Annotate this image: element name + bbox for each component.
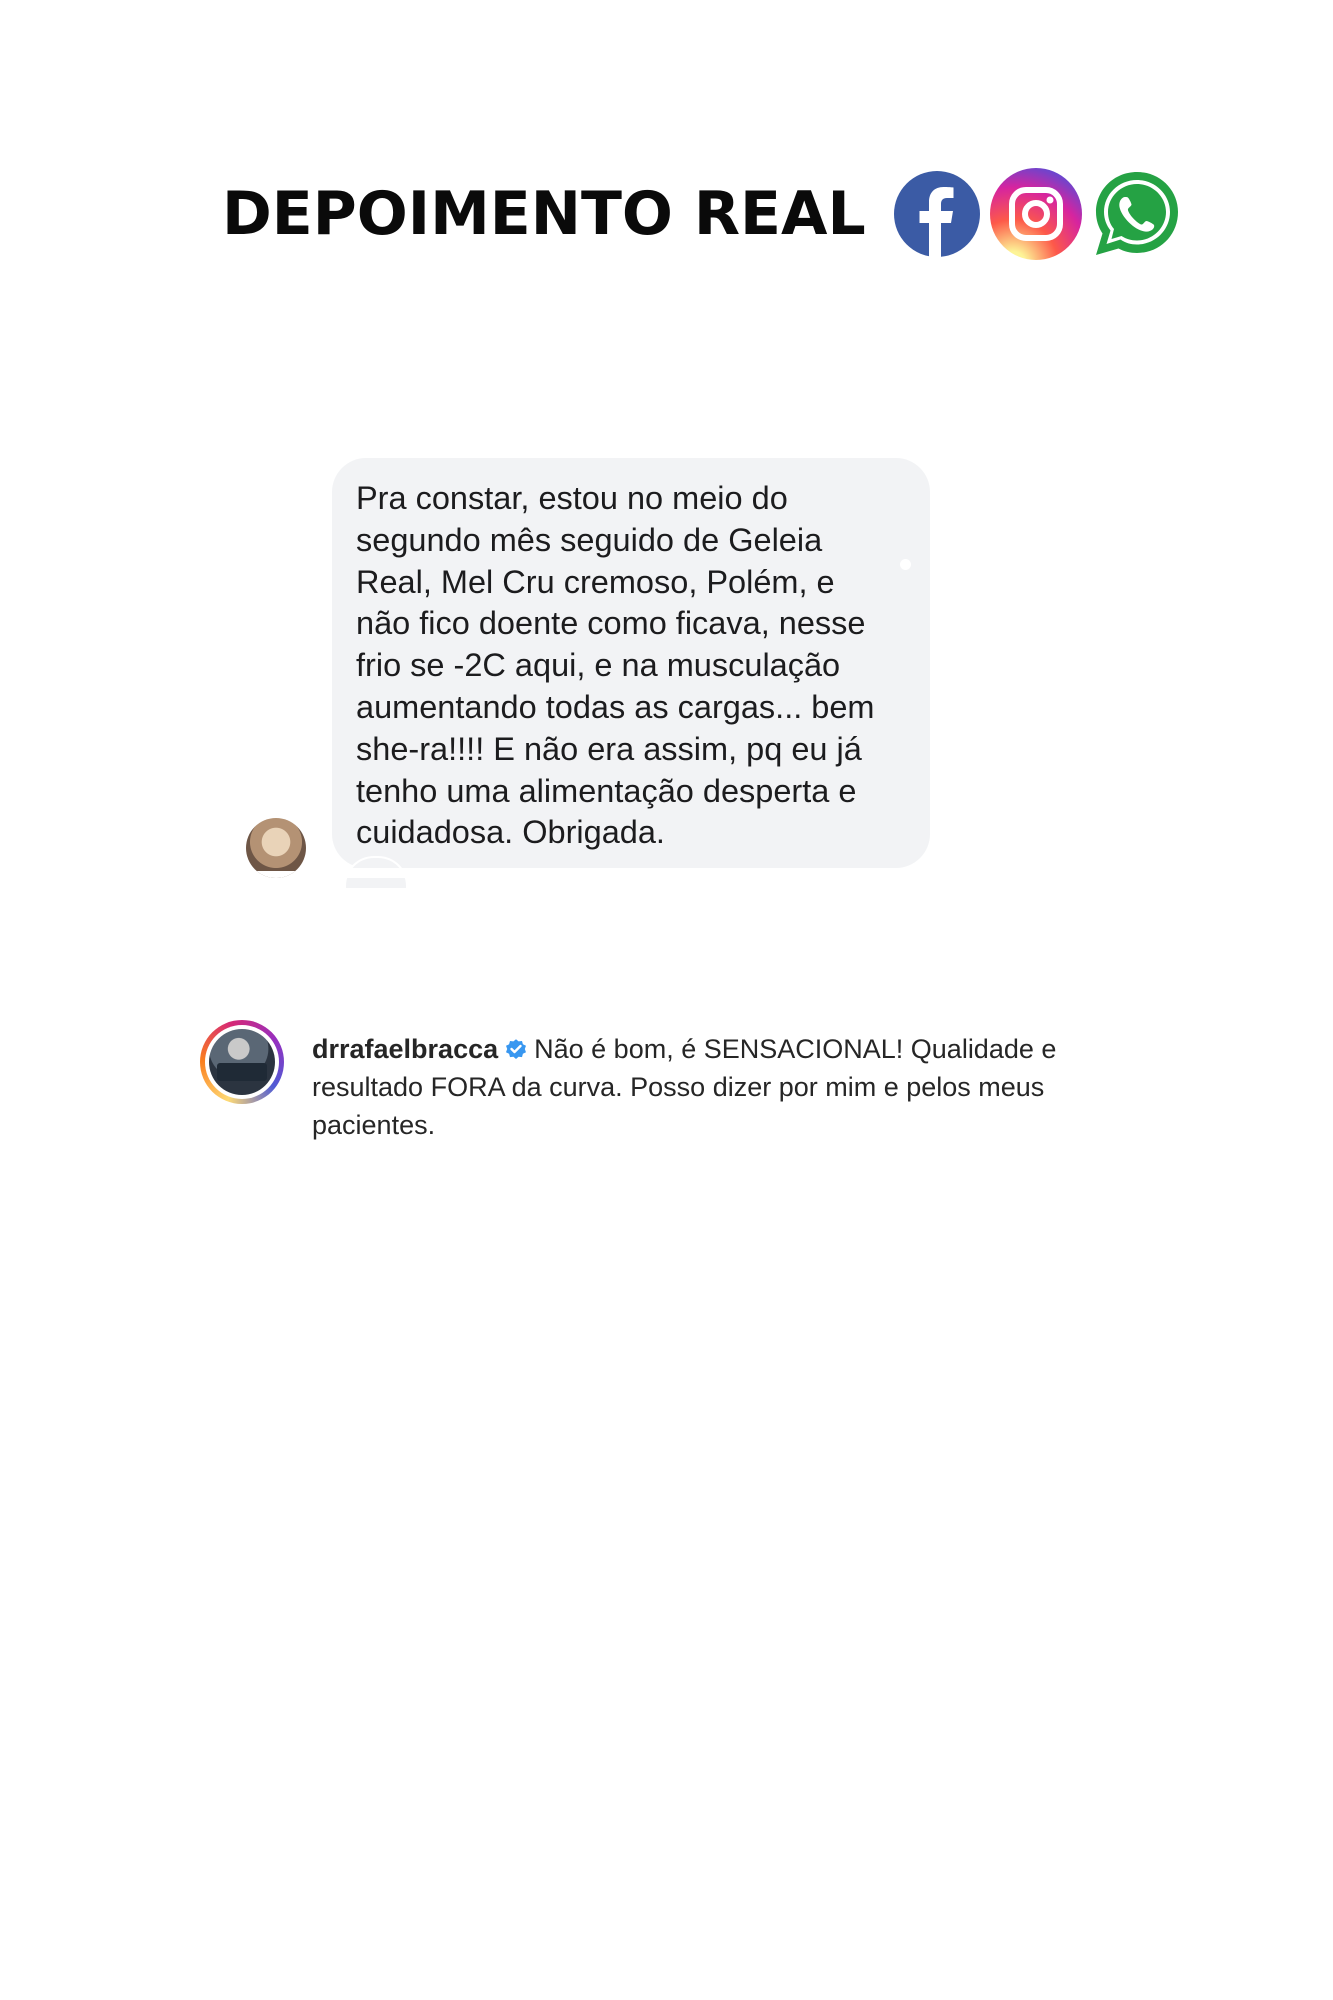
instagram-icon[interactable] [989, 168, 1082, 260]
comment-body-line: pacientes. [312, 1110, 436, 1140]
message-line: frio se -2C aqui, e na musculação [356, 647, 841, 684]
message-line: segundo mês seguido de Geleia [356, 521, 823, 558]
read-indicator-dot [900, 559, 911, 570]
comment-body-line: resultado FORA da curva. Posso dizer por… [312, 1072, 1045, 1102]
message-line: cuidadosa. Obrigada. [356, 814, 665, 851]
verified-badge-icon [506, 1039, 527, 1059]
whatsapp-icon[interactable] [1092, 169, 1182, 259]
comment-body-line: Não é bom, é SENSACIONAL! Qualidade e [534, 1034, 1057, 1064]
header: DEPOIMENTO REAL [222, 168, 1182, 260]
social-icons [893, 168, 1182, 260]
message-line: aumentando todas as cargas... bem [356, 688, 875, 725]
facebook-icon[interactable] [893, 171, 980, 257]
page-title: DEPOIMENTO REAL [222, 179, 866, 249]
sender-avatar[interactable] [246, 818, 306, 878]
message-bubble: Pra constar, estou no meio do segundo mê… [332, 458, 930, 868]
message-line: she-ra!!!! E não era assim, pq eu já [356, 730, 862, 767]
message-line: Real, Mel Cru cremoso, Polém, e [356, 563, 835, 600]
comment-username[interactable]: drrafaelbracca [312, 1034, 498, 1064]
message-line: tenho uma alimentação desperta e [356, 772, 857, 809]
commenter-avatar[interactable] [200, 1020, 284, 1104]
message-line: não fico doente como ficava, nesse [356, 605, 866, 642]
crop-edge [326, 868, 946, 878]
message-line: Pra constar, estou no meio do [356, 480, 788, 516]
comment-text: drrafaelbracca Não é bom, é SENSACIONAL!… [312, 1030, 1102, 1144]
